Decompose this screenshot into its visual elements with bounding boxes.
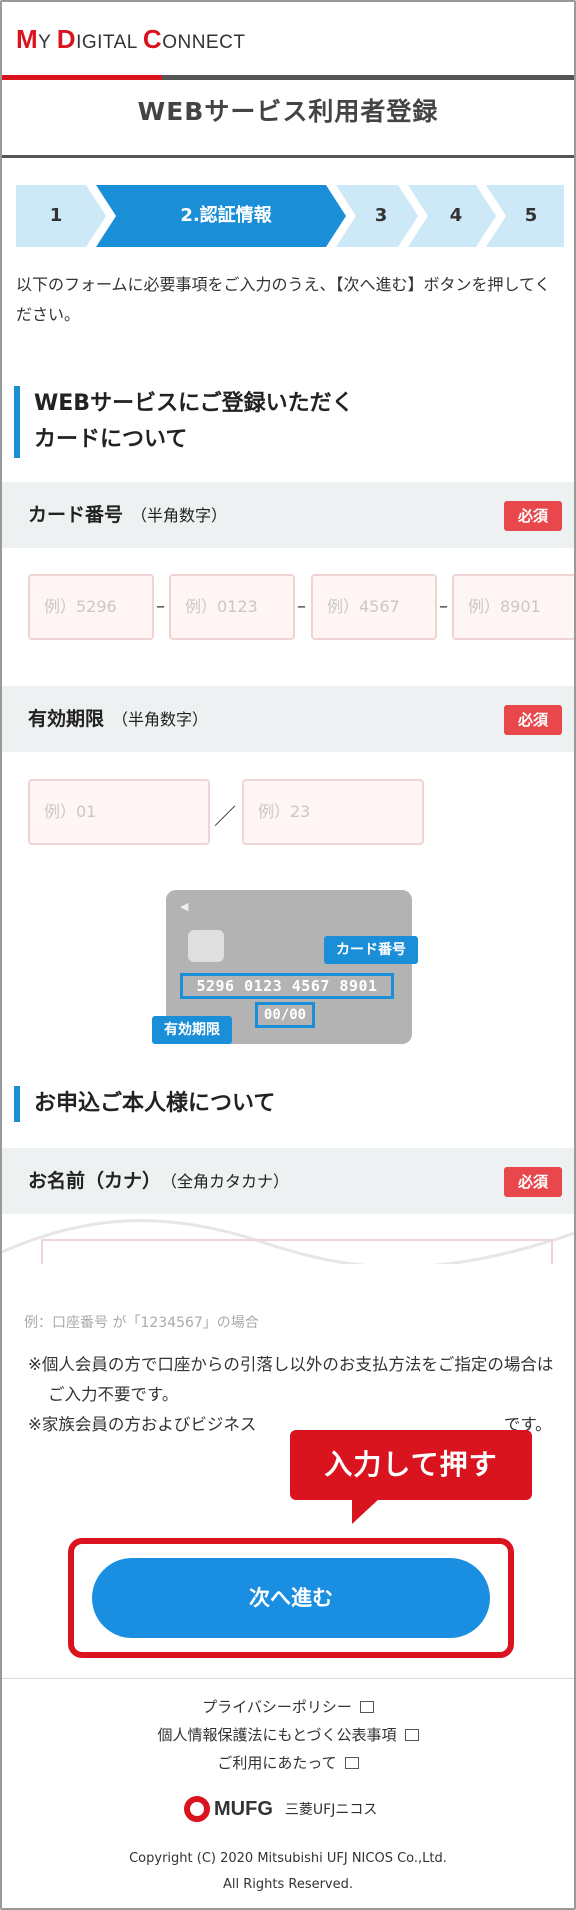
card-number-input-2[interactable]: 例）0123 bbox=[169, 574, 295, 640]
card-chip-icon bbox=[188, 930, 224, 962]
field-label: 有効期限 bbox=[28, 708, 105, 730]
instruction-callout: 入力して押す bbox=[290, 1430, 532, 1500]
mufg-logo: MUFG 三菱UFJニコス bbox=[184, 1796, 377, 1826]
logo-letter: C bbox=[142, 24, 163, 54]
external-link-icon bbox=[404, 1729, 419, 1741]
link-text: 個人情報保護法にもとづく公表事項 bbox=[157, 1726, 397, 1744]
wave-cover bbox=[2, 1264, 574, 1304]
expiry-month-input[interactable]: 例）01 bbox=[28, 779, 210, 845]
rights-line: All Rights Reserved. bbox=[222, 1877, 354, 1892]
page-title: WEBサービス利用者登録 bbox=[137, 97, 439, 126]
card-number-input-4[interactable]: 例）8901 bbox=[452, 574, 574, 640]
step-5: 5 bbox=[524, 205, 538, 226]
copyright: Copyright (C) 2020 Mitsubishi UFJ NICOS … bbox=[2, 1846, 574, 1898]
account-example: 例：口座番号 が「1234567」の場合 bbox=[24, 1315, 259, 1331]
step-indicator: 1 2.認証情報 3 4 5 bbox=[16, 185, 564, 247]
name-kana-label: お名前（カナ） （全角カタカナ） bbox=[28, 1148, 289, 1215]
logo-text: Y bbox=[38, 32, 57, 53]
section-heading-line: カードについて bbox=[34, 427, 188, 452]
field-label: お名前（カナ） bbox=[28, 1170, 162, 1192]
external-link-icon bbox=[359, 1701, 374, 1713]
field-sublabel: （半角数字） bbox=[112, 710, 209, 729]
card-number-label-bar: カード番号 （半角数字） 必須 bbox=[2, 482, 574, 548]
section-heading-line: WEBサービスにご登録いただく bbox=[34, 391, 354, 416]
next-button[interactable]: 次へ進む bbox=[92, 1558, 490, 1638]
card-expiry-sample: 00/00 bbox=[255, 1002, 315, 1028]
notes: ※個人会員の方で口座からの引落し以外のお支払方法をご指定の場合はご入力不要です。… bbox=[28, 1350, 560, 1440]
separator: – bbox=[156, 596, 165, 617]
intro-text: 以下のフォームに必要事項をご入力のうえ、【次へ進む】ボタンを押してください。 bbox=[16, 275, 551, 324]
terms-link[interactable]: ご利用にあたって bbox=[2, 1752, 574, 1773]
company-name: 三菱UFJニコス bbox=[284, 1802, 378, 1818]
logo-text: ONNECT bbox=[162, 32, 246, 53]
required-badge: 必須 bbox=[504, 705, 562, 735]
name-kana-label-bar: お名前（カナ） （全角カタカナ） 必須 bbox=[2, 1148, 574, 1214]
link-text: プライバシーポリシー bbox=[202, 1698, 352, 1716]
header-divider bbox=[2, 75, 574, 80]
card-number-sample: 5296 0123 4567 8901 bbox=[180, 973, 394, 999]
expiry-tag: 有効期限 bbox=[152, 1016, 232, 1044]
header-accent bbox=[2, 75, 162, 80]
field-label: カード番号 bbox=[28, 504, 124, 526]
expiry-label: 有効期限 （半角数字） bbox=[28, 686, 208, 753]
note-line: ※個人会員の方で口座からの引落し以外のお支払方法をご指定の場合はご入力不要です。 bbox=[28, 1355, 554, 1404]
section-heading-card: WEBサービスにご登録いただく カードについて bbox=[14, 386, 354, 458]
my-digital-connect-logo[interactable]: MY DIGITAL CONNECT bbox=[16, 24, 245, 54]
expiry-year-input[interactable]: 例）23 bbox=[242, 779, 424, 845]
section-heading-person: お申込ご本人様について bbox=[14, 1086, 275, 1122]
field-sublabel: （半角数字） bbox=[131, 506, 228, 525]
privacy-policy-link[interactable]: プライバシーポリシー bbox=[2, 1696, 574, 1717]
logo-text: IGITAL bbox=[76, 32, 143, 53]
copyright-line: Copyright (C) 2020 Mitsubishi UFJ NICOS … bbox=[129, 1851, 447, 1866]
step-4: 4 bbox=[449, 205, 463, 226]
step-2-current: 2.認証情報 bbox=[180, 205, 272, 226]
card-number-label: カード番号 （半角数字） bbox=[28, 482, 227, 549]
step-3: 3 bbox=[374, 205, 388, 226]
card-number-input-1[interactable]: 例）5296 bbox=[28, 574, 154, 640]
required-badge: 必須 bbox=[504, 501, 562, 531]
separator: – bbox=[439, 596, 448, 617]
field-sublabel: （全角カタカナ） bbox=[169, 1172, 290, 1191]
step-1: 1 bbox=[49, 205, 63, 226]
logo-letter: M bbox=[16, 24, 39, 54]
logo-letter: D bbox=[56, 24, 77, 54]
card-mark-icon: ◀ bbox=[180, 900, 189, 913]
link-text: ご利用にあたって bbox=[217, 1754, 337, 1772]
disclosure-link[interactable]: 個人情報保護法にもとづく公表事項 bbox=[2, 1724, 574, 1745]
mufg-mark-icon bbox=[184, 1796, 210, 1822]
card-number-input-3[interactable]: 例）4567 bbox=[311, 574, 437, 640]
footer-divider bbox=[2, 1678, 574, 1679]
separator: – bbox=[297, 596, 306, 617]
title-divider bbox=[2, 155, 574, 158]
separator: ／ bbox=[214, 805, 237, 830]
app-frame: MY DIGITAL CONNECT WEBサービス利用者登録 1 2.認証情報… bbox=[0, 0, 576, 1910]
card-number-tag: カード番号 bbox=[324, 936, 418, 964]
external-link-icon bbox=[344, 1757, 359, 1769]
required-badge: 必須 bbox=[504, 1167, 562, 1197]
brand-name: MUFG bbox=[214, 1797, 273, 1820]
callout-tail bbox=[352, 1498, 380, 1524]
expiry-label-bar: 有効期限 （半角数字） 必須 bbox=[2, 686, 574, 752]
